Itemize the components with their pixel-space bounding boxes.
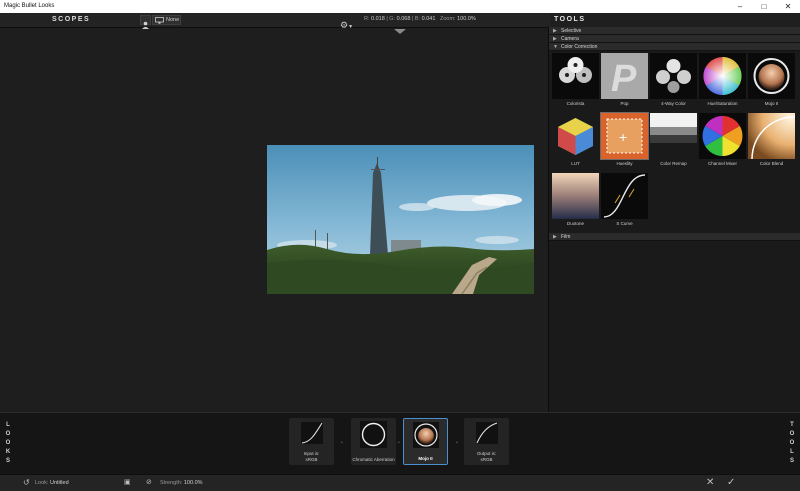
pop-p-icon: P [601, 53, 648, 99]
duotone-gradient-icon [552, 173, 599, 219]
settings-dropdown[interactable]: ⚙▼ [340, 15, 356, 30]
tools-header: TOOLS [550, 13, 800, 27]
tool-pop[interactable]: P Pop [600, 53, 649, 111]
channel-mixer-icon [699, 113, 746, 159]
chevron-down-icon: ▼ [553, 44, 558, 50]
close-window-icon[interactable]: ✕ [776, 0, 800, 13]
readout-zoom: 100.0% [457, 16, 476, 22]
chain-node-mojo-ii[interactable]: Mojo II [403, 418, 448, 465]
category-film[interactable]: ▶ Film [549, 233, 800, 241]
chromatic-ring-icon [360, 421, 387, 448]
chain-link-icon: • [398, 440, 400, 446]
user-icon[interactable] [140, 15, 151, 29]
category-color-correction[interactable]: ▼ Color Correction [549, 43, 800, 51]
image-viewer[interactable] [0, 29, 547, 412]
mojo-orb-icon [748, 53, 795, 99]
colorista-wheels-icon [552, 53, 599, 99]
pixel-readout: R: 0.018 | G: 0.068 | B: 0.041 Zoom: 100… [364, 16, 476, 22]
hue-saturation-wheel-icon [699, 53, 746, 99]
tool-hue-saturation[interactable]: Hue/Saturation [698, 53, 747, 111]
strength-control[interactable]: Strength: 100.0% [160, 480, 203, 486]
tool-4-way-color[interactable]: 4-Way Color [649, 53, 698, 111]
tool-duotone[interactable]: Duotone [551, 173, 600, 231]
tool-hueslity[interactable]: + Hueslity [600, 112, 649, 171]
chain-node-output[interactable]: Output is: sRGB [464, 418, 509, 465]
title-bar: Magic Bullet Looks – □ ✕ [0, 0, 800, 13]
chevron-right-icon: ▶ [553, 234, 557, 240]
tools-vertical-label[interactable]: TOOLS [785, 421, 799, 466]
looks-vertical-label[interactable]: LOOKS [1, 421, 15, 466]
tool-lut[interactable]: LUT [551, 113, 600, 171]
status-bar: ↺ Look: Untitled ▣ ⊘ Strength: 100.0% ✕ … [0, 474, 800, 491]
maximize-icon[interactable]: □ [752, 0, 776, 13]
lut-cube-icon [552, 113, 599, 159]
chevron-right-icon: ▶ [553, 36, 557, 42]
readout-b: 0.041 [421, 16, 436, 22]
tool-grid: Colorista P Pop 4-Way Color Hue/Saturati… [549, 51, 800, 233]
color-blend-icon [748, 113, 795, 159]
top-bar: SCOPES None ⚙▼ R: 0.018 | G: 0.068 | B: … [0, 13, 800, 30]
tool-colorista[interactable]: Colorista [551, 53, 600, 111]
save-look-icon[interactable]: ▣ [124, 478, 131, 488]
input-curve-icon [301, 422, 323, 444]
chain-node-chromatic-aberration[interactable]: Chromatic Aberration [351, 418, 396, 465]
readout-g: 0.068 [396, 16, 411, 22]
four-way-color-icon [650, 53, 697, 99]
bypass-icon[interactable]: ⊘ [146, 478, 152, 488]
mojo-orb-icon [413, 422, 439, 448]
tool-color-remap[interactable]: Color Remap [649, 113, 698, 171]
monitor-icon [155, 17, 164, 24]
monitor-none-label: None [166, 17, 180, 23]
color-remap-icon [650, 113, 697, 159]
minimize-icon[interactable]: – [728, 0, 752, 13]
hueslity-icon: + [601, 113, 648, 159]
tool-color-blend[interactable]: Color Blend [747, 113, 796, 171]
tool-mojo-ii[interactable]: Mojo II [747, 53, 796, 111]
output-curve-icon [476, 422, 498, 444]
chain-link-icon: • [341, 440, 343, 446]
chain-link-icon: • [456, 440, 458, 446]
chain-node-input[interactable]: Input is: sRGB [289, 418, 334, 465]
category-selective[interactable]: ▶ Selective [549, 27, 800, 35]
cancel-x-icon[interactable]: ✕ [706, 478, 714, 488]
tool-s-curve[interactable]: S Curve [600, 173, 649, 231]
looks-chain: LOOKS TOOLS Input is: sRGB • Chromatic Ab… [0, 412, 800, 474]
svg-text:+: + [619, 129, 627, 145]
s-curve-icon [601, 173, 648, 219]
tool-channel-mixer[interactable]: Channel Mixer [698, 113, 747, 171]
monitor-none-button[interactable]: None [152, 15, 181, 25]
look-name[interactable]: Look: Untitled [35, 480, 69, 486]
category-camera[interactable]: ▶ Camera [549, 35, 800, 43]
reset-look-icon[interactable]: ↺ [23, 478, 30, 488]
tools-panel: ▶ Selective ▶ Camera ▼ Color Correction Col… [548, 27, 800, 412]
scopes-header[interactable]: SCOPES [0, 13, 136, 27]
window-title: Magic Bullet Looks [4, 3, 55, 9]
scopes-toggle-arrow-icon[interactable] [394, 29, 406, 34]
confirm-check-icon[interactable]: ✓ [727, 478, 735, 488]
app-window: Magic Bullet Looks – □ ✕ SCOPES None ⚙▼ … [0, 0, 800, 491]
preview-image [267, 145, 534, 294]
chevron-right-icon: ▶ [553, 28, 557, 34]
svg-text:P: P [611, 58, 637, 99]
readout-r: 0.018 [371, 16, 385, 22]
